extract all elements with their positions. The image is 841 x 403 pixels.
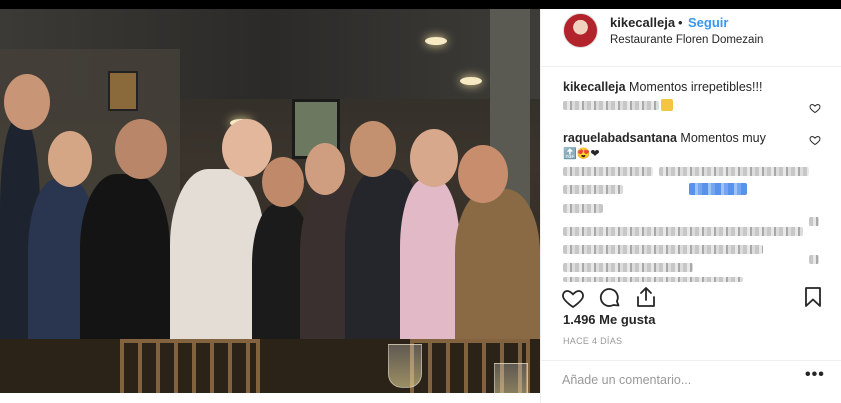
photo-glass [388, 344, 422, 388]
blurred-emoji-row [689, 183, 747, 195]
photo-face [48, 131, 92, 187]
bookmark-icon[interactable] [801, 285, 825, 309]
blurred-comment [563, 227, 803, 236]
photo-glass [494, 363, 528, 393]
blurred-comment [563, 185, 623, 194]
photo-painting [108, 71, 138, 111]
header-username[interactable]: kikecalleja [610, 15, 675, 30]
add-comment-bar: ••• [541, 360, 841, 403]
header-separator-dot: • [678, 15, 683, 30]
blurred-comment [659, 167, 809, 176]
comments-list[interactable]: kikecalleja Momentos irrepetibles!!! raq… [541, 67, 841, 282]
comment-like-icon[interactable] [809, 134, 821, 146]
likes-count[interactable]: 1.496 Me gusta [563, 312, 656, 327]
photo-face [350, 121, 396, 177]
blurred-comment [563, 167, 653, 176]
photo-person [455, 189, 540, 349]
more-options-button[interactable]: ••• [805, 366, 825, 384]
photo-face [4, 74, 50, 130]
caption-text: Momentos irrepetibles!!! [629, 80, 763, 94]
photo-lamp [425, 37, 447, 45]
photo-lamp [460, 77, 482, 85]
photo-face [115, 119, 167, 179]
photo-face [458, 145, 508, 203]
avatar[interactable] [563, 13, 598, 48]
post-side-panel: kikecalleja • Seguir Restaurante Floren … [540, 9, 841, 403]
photo-face [410, 129, 458, 187]
share-icon[interactable] [634, 285, 658, 309]
comment-icon[interactable] [598, 286, 622, 310]
post-photo[interactable] [0, 9, 540, 393]
blurred-comment [563, 263, 693, 272]
photo-chair [120, 339, 260, 393]
heart-icon[interactable] [561, 286, 585, 310]
photo-person [400, 179, 460, 349]
comment-2: raquelabadsantana Momentos muy [563, 131, 766, 145]
comment-like-icon[interactable] [809, 102, 821, 114]
post-header: kikecalleja • Seguir Restaurante Floren … [541, 9, 841, 67]
post-timestamp[interactable]: HACE 4 DÍAS [563, 336, 622, 346]
top-strip [0, 0, 841, 9]
caption-username[interactable]: kikecalleja [563, 80, 626, 94]
comment-2-emojis: 🔝😍❤ [563, 148, 600, 160]
photo-face [262, 157, 304, 207]
location-link[interactable]: Restaurante Floren Domezain [610, 34, 763, 46]
comment-2-text: Momentos muy [680, 131, 766, 145]
photo-person [80, 174, 170, 359]
post-caption: kikecalleja Momentos irrepetibles!!! [563, 80, 762, 94]
comment-2-username[interactable]: raquelabadsantana [563, 131, 677, 145]
photo-person [170, 169, 265, 359]
photo-face [305, 143, 345, 195]
blurred-comment [563, 101, 659, 110]
blurred-comment [809, 255, 819, 264]
follow-button[interactable]: Seguir [688, 15, 728, 30]
emoji-icon [661, 99, 673, 111]
post-frame: kikecalleja • Seguir Restaurante Floren … [0, 0, 841, 403]
blurred-comment [563, 245, 763, 254]
blurred-comment [809, 217, 819, 226]
blurred-comment [563, 204, 603, 213]
comment-input[interactable] [562, 370, 792, 390]
